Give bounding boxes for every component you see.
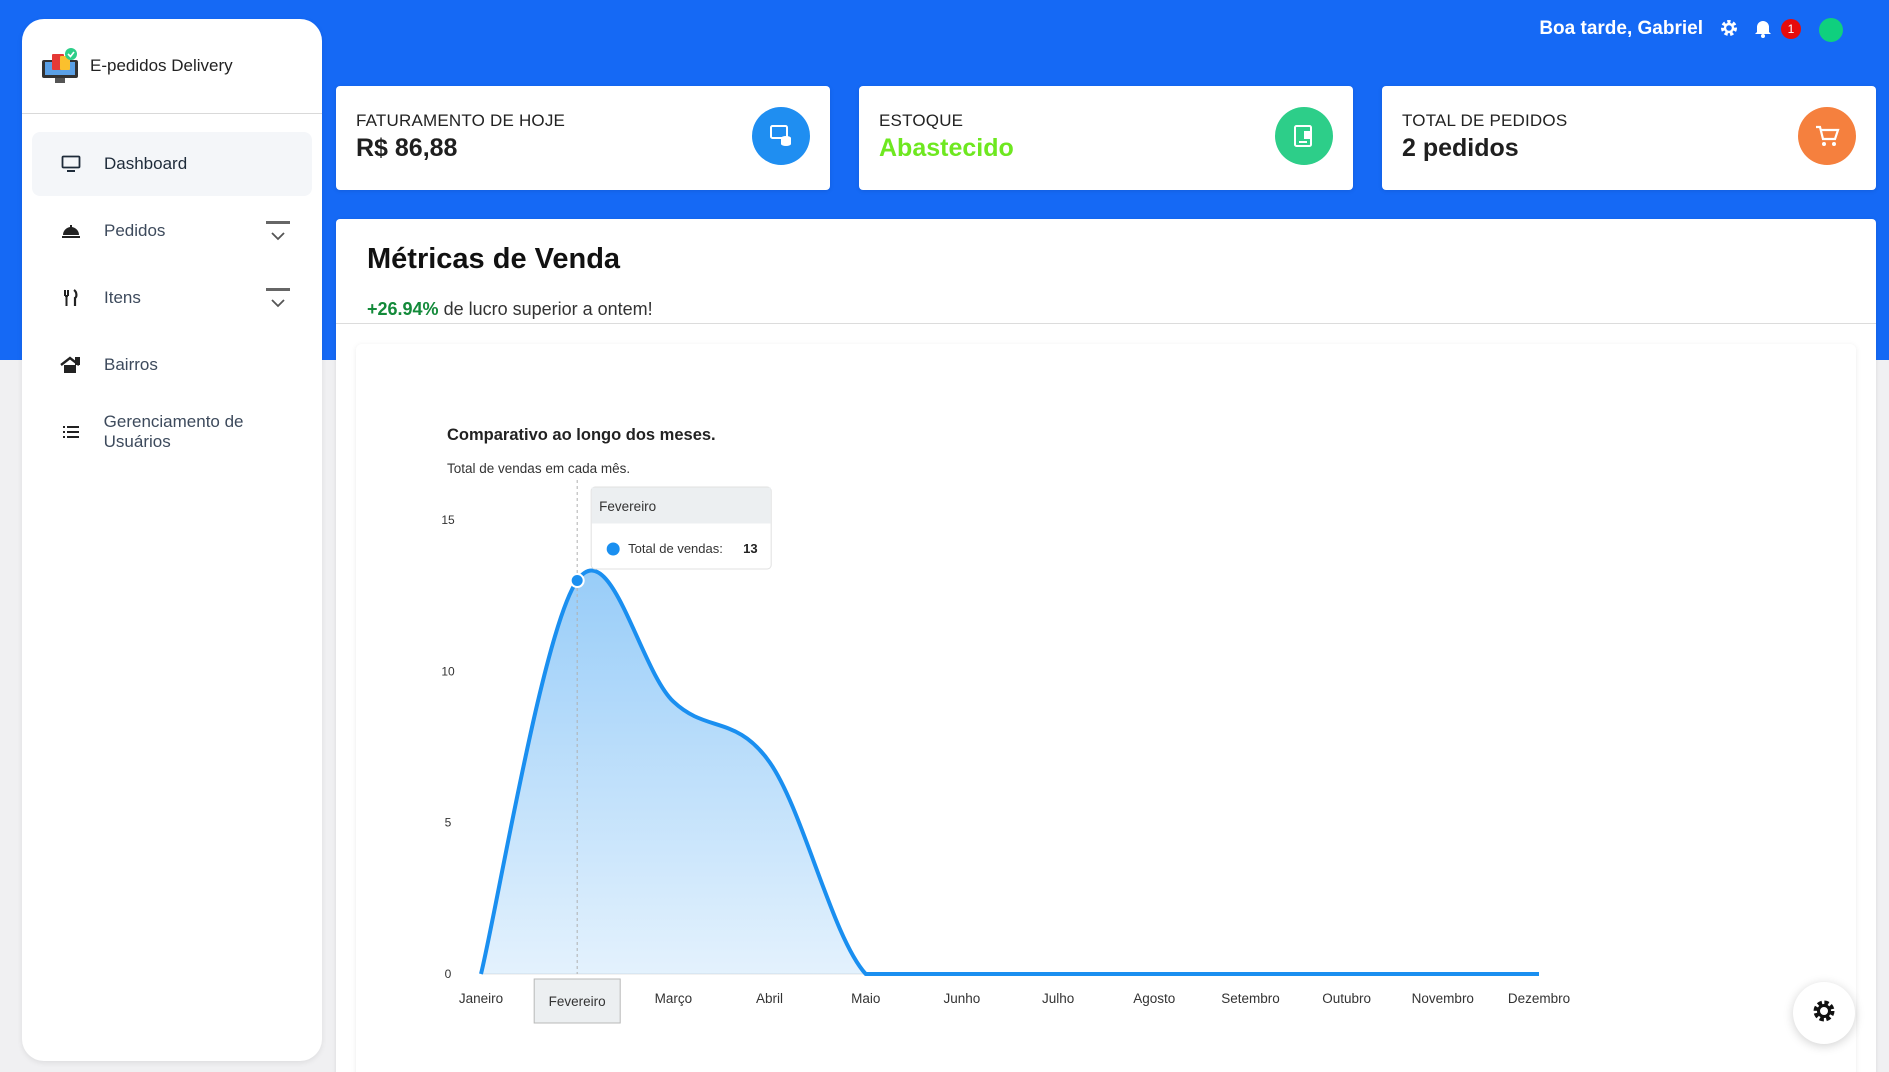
tooltip-title: Fevereiro [599, 499, 656, 514]
panel-title: Métricas de Venda [367, 243, 621, 275]
growth-summary: +26.94% de lucro superior a ontem! [367, 299, 653, 320]
card-title: TOTAL DE PEDIDOS [1402, 111, 1568, 130]
card-value: 2 pedidos [1402, 134, 1519, 162]
settings-gear-icon [1811, 998, 1837, 1029]
hover-point [569, 573, 585, 589]
metrics-panel: Métricas de Venda +26.94% de lucro super… [336, 219, 1876, 1072]
x-tick-label: Maio [851, 991, 880, 1006]
brand[interactable]: E-pedidos Delivery [22, 19, 322, 114]
tooltip-label: Total de vendas: [628, 541, 723, 556]
greeting: Boa tarde, Gabriel [1539, 18, 1703, 39]
settings-gear-icon[interactable] [1719, 18, 1741, 40]
x-tick-label: Janeiro [459, 991, 503, 1006]
x-tick-label: Outubro [1322, 991, 1371, 1006]
x-tick-label: Setembro [1221, 991, 1280, 1006]
sidebar-item-label: Bairros [104, 355, 158, 374]
brand-name: E-pedidos Delivery [90, 56, 233, 75]
card-value: Abastecido [879, 134, 1014, 162]
sidebar-nav: Dashboard Pedidos Itens Bairros Gerencia… [22, 114, 322, 485]
card-total-pedidos: TOTAL DE PEDIDOS 2 pedidos [1382, 86, 1876, 190]
settings-fab[interactable] [1793, 982, 1855, 1044]
card-value: R$ 86,88 [356, 134, 458, 162]
sidebar-item-bairros[interactable]: Bairros [32, 333, 312, 397]
tooltip-value: 13 [743, 541, 757, 556]
growth-percent: +26.94% [367, 299, 439, 319]
y-tick-label: 10 [441, 664, 455, 678]
x-hover-label: Fevereiro [549, 994, 606, 1009]
x-tick-label: Abril [756, 991, 783, 1006]
sales-area-chart[interactable]: Comparativo ao longo dos meses. Total de … [356, 344, 1856, 1072]
notification-bell-icon[interactable] [1754, 18, 1776, 40]
chart-subtitle: Total de vendas em cada mês. [447, 461, 630, 476]
sidebar-item-label: Dashboard [104, 154, 188, 173]
brand-logo-icon [40, 46, 80, 86]
stock-icon [1275, 107, 1333, 165]
y-tick-label: 15 [441, 513, 455, 527]
sidebar-item-label: Pedidos [104, 221, 166, 240]
sidebar-item-dashboard[interactable]: Dashboard [32, 132, 312, 196]
card-title: ESTOQUE [879, 111, 964, 130]
sidebar-item-pedidos[interactable]: Pedidos [32, 199, 312, 263]
sidebar-item-label: Itens [104, 288, 141, 307]
list-icon [60, 421, 82, 443]
sidebar-item-usuarios[interactable]: Gerenciamento de Usuários [32, 400, 312, 464]
service-bell-icon [60, 220, 82, 242]
y-tick-label: 5 [445, 816, 452, 830]
card-title: FATURAMENTO DE HOJE [356, 111, 566, 130]
sidebar: E-pedidos Delivery Dashboard Pedidos Ite… [22, 19, 322, 1061]
y-tick-label: 0 [445, 967, 452, 981]
x-tick-label: Julho [1042, 991, 1074, 1006]
online-status-indicator[interactable] [1819, 18, 1843, 42]
tooltip-marker [606, 542, 620, 556]
utensils-icon [60, 287, 82, 309]
card-estoque: ESTOQUE Abastecido [859, 86, 1353, 190]
sidebar-item-label: Gerenciamento de Usuários [103, 412, 244, 451]
x-tick-label: Junho [944, 991, 981, 1006]
x-tick-label: Março [655, 991, 693, 1006]
card-faturamento: FATURAMENTO DE HOJE R$ 86,88 [336, 86, 830, 190]
money-stack-icon [752, 107, 810, 165]
chart-title: Comparativo ao longo dos meses. [447, 426, 716, 444]
monitor-icon [60, 153, 82, 175]
divider [336, 323, 1876, 324]
notification-badge: 1 [1781, 19, 1801, 39]
chevron-down-icon[interactable] [266, 288, 290, 312]
house-icon [60, 354, 82, 376]
cart-icon [1798, 107, 1856, 165]
x-tick-label: Novembro [1412, 991, 1474, 1006]
chart-card: Comparativo ao longo dos meses. Total de … [356, 344, 1856, 1072]
chevron-down-icon[interactable] [266, 221, 290, 245]
growth-text: de lucro superior a ontem! [438, 299, 653, 319]
tooltip: Fevereiro Total de vendas: 13 [590, 486, 772, 570]
series-area [481, 570, 1539, 974]
x-tick-label: Dezembro [1508, 991, 1570, 1006]
x-tick-label: Agosto [1133, 991, 1175, 1006]
sidebar-item-itens[interactable]: Itens [32, 266, 312, 330]
